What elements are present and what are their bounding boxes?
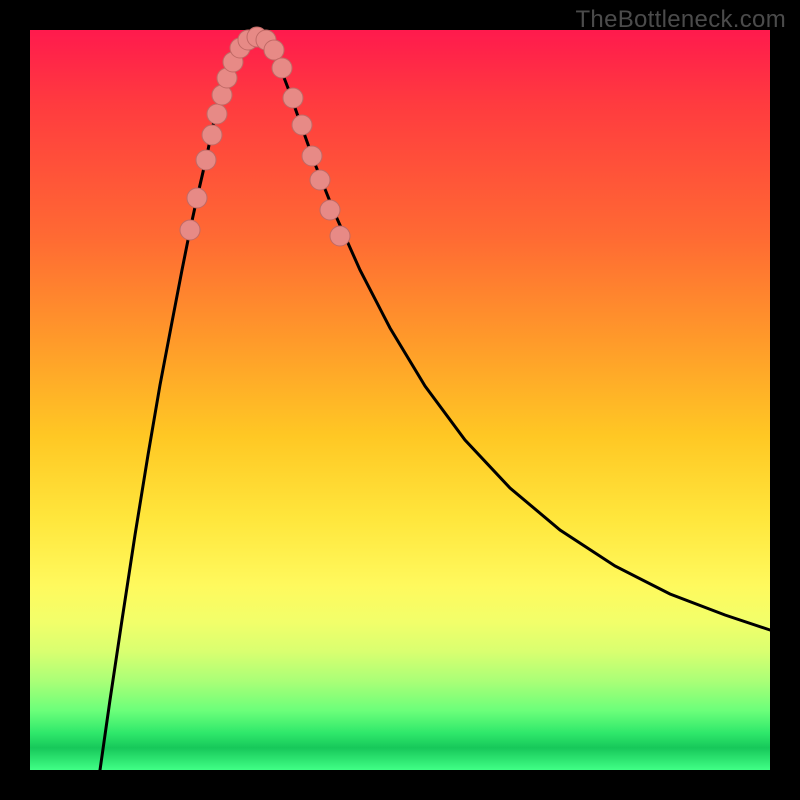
marker-dot <box>272 58 292 78</box>
marker-dot <box>180 220 200 240</box>
chart-frame: TheBottleneck.com <box>0 0 800 800</box>
curve-right-branch <box>270 46 770 630</box>
marker-dot <box>302 146 322 166</box>
plot-area <box>30 30 770 770</box>
curve-left-branch <box>100 46 240 770</box>
marker-dot <box>292 115 312 135</box>
marker-dot <box>320 200 340 220</box>
marker-dot <box>264 40 284 60</box>
marker-group <box>180 27 350 246</box>
marker-dot <box>196 150 216 170</box>
marker-dot <box>187 188 207 208</box>
marker-dot <box>330 226 350 246</box>
marker-dot <box>207 104 227 124</box>
marker-dot <box>310 170 330 190</box>
marker-dot <box>283 88 303 108</box>
curve-layer <box>30 30 770 770</box>
marker-dot <box>202 125 222 145</box>
